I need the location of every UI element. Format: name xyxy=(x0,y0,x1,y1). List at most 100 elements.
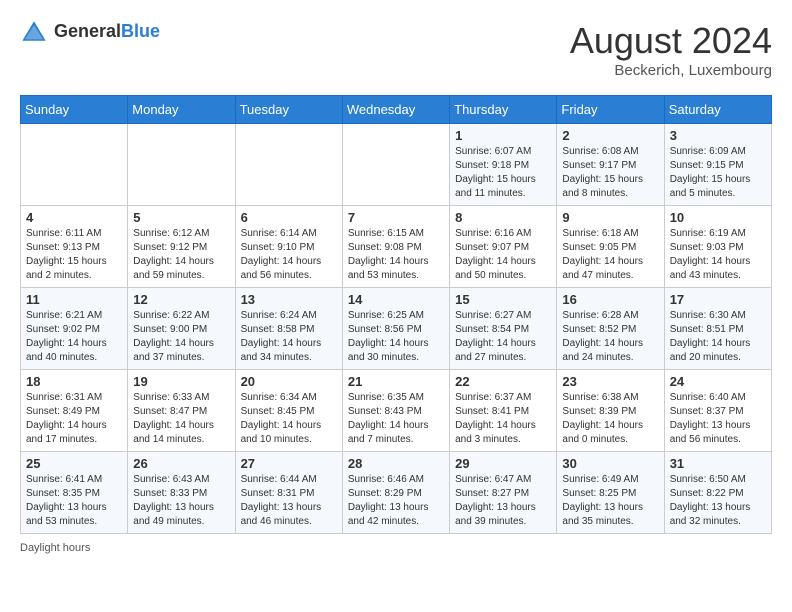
calendar-cell: 5 Sunrise: 6:12 AM Sunset: 9:12 PM Daylig… xyxy=(128,206,235,288)
calendar-cell xyxy=(128,124,235,206)
calendar-cell: 13 Sunrise: 6:24 AM Sunset: 8:58 PM Dayli… xyxy=(235,288,342,370)
calendar-cell: 7Sunrise: 6:15 AM Sunset: 9:08 PM Daylig… xyxy=(342,206,449,288)
day-number: 6 xyxy=(241,210,337,225)
page-header: GeneralBlue August 2024 Beckerich, Luxem… xyxy=(20,20,772,79)
day-number: 13 xyxy=(241,292,337,307)
calendar-cell: 16 Sunrise: 6:28 AM Sunset: 8:52 PM Dayli… xyxy=(557,288,664,370)
calendar-cell: 26 Sunrise: 6:43 AM Sunset: 8:33 PM Dayli… xyxy=(128,452,235,534)
day-of-week-header: Monday xyxy=(128,96,235,124)
day-of-week-header: Saturday xyxy=(664,96,771,124)
day-info: Sunrise: 6:44 AM Sunset: 8:31 PM Dayligh… xyxy=(241,473,337,529)
day-info: Sunrise: 6:38 AM Sunset: 8:39 PM Dayligh… xyxy=(562,391,658,447)
day-number: 16 xyxy=(562,292,658,307)
calendar-cell: 6 Sunrise: 6:14 AM Sunset: 9:10 PM Daylig… xyxy=(235,206,342,288)
day-of-week-header: Wednesday xyxy=(342,96,449,124)
day-info: Sunrise: 6:12 AM Sunset: 9:12 PM Dayligh… xyxy=(133,227,229,283)
day-number: 20 xyxy=(241,374,337,389)
location: Beckerich, Luxembourg xyxy=(570,62,772,79)
calendar-cell: 24Sunrise: 6:40 AM Sunset: 8:37 PM Dayli… xyxy=(664,370,771,452)
day-number: 26 xyxy=(133,456,229,471)
logo-icon xyxy=(20,20,48,42)
day-info: Sunrise: 6:37 AM Sunset: 8:41 PM Dayligh… xyxy=(455,391,551,447)
calendar-cell: 28Sunrise: 6:46 AM Sunset: 8:29 PM Dayli… xyxy=(342,452,449,534)
calendar-cell: 21 Sunrise: 6:35 AM Sunset: 8:43 PM Dayli… xyxy=(342,370,449,452)
month-year: August 2024 xyxy=(570,20,772,62)
footer-note: Daylight hours xyxy=(20,542,772,554)
calendar-cell: 8 Sunrise: 6:16 AM Sunset: 9:07 PM Daylig… xyxy=(450,206,557,288)
calendar-cell: 27 Sunrise: 6:44 AM Sunset: 8:31 PM Dayli… xyxy=(235,452,342,534)
day-info: Sunrise: 6:34 AM Sunset: 8:45 PM Dayligh… xyxy=(241,391,337,447)
day-number: 31 xyxy=(670,456,766,471)
calendar-cell: 20 Sunrise: 6:34 AM Sunset: 8:45 PM Dayli… xyxy=(235,370,342,452)
calendar-cell: 15Sunrise: 6:27 AM Sunset: 8:54 PM Dayli… xyxy=(450,288,557,370)
day-info: Sunrise: 6:16 AM Sunset: 9:07 PM Dayligh… xyxy=(455,227,551,283)
calendar-week-row: 25 Sunrise: 6:41 AM Sunset: 8:35 PM Dayli… xyxy=(21,452,772,534)
day-info: Sunrise: 6:43 AM Sunset: 8:33 PM Dayligh… xyxy=(133,473,229,529)
day-number: 3 xyxy=(670,128,766,143)
day-info: Sunrise: 6:19 AM Sunset: 9:03 PM Dayligh… xyxy=(670,227,766,283)
day-number: 10 xyxy=(670,210,766,225)
day-info: Sunrise: 6:30 AM Sunset: 8:51 PM Dayligh… xyxy=(670,309,766,365)
day-info: Sunrise: 6:15 AM Sunset: 9:08 PM Dayligh… xyxy=(348,227,444,283)
day-info: Sunrise: 6:11 AM Sunset: 9:13 PM Dayligh… xyxy=(26,227,122,283)
calendar-week-row: 1 Sunrise: 6:07 AM Sunset: 9:18 PM Daylig… xyxy=(21,124,772,206)
title-section: August 2024 Beckerich, Luxembourg xyxy=(570,20,772,79)
day-number: 24 xyxy=(670,374,766,389)
day-number: 22 xyxy=(455,374,551,389)
calendar-cell: 18 Sunrise: 6:31 AM Sunset: 8:49 PM Dayli… xyxy=(21,370,128,452)
day-number: 5 xyxy=(133,210,229,225)
day-number: 19 xyxy=(133,374,229,389)
calendar-week-row: 18 Sunrise: 6:31 AM Sunset: 8:49 PM Dayli… xyxy=(21,370,772,452)
day-of-week-header: Thursday xyxy=(450,96,557,124)
day-number: 21 xyxy=(348,374,444,389)
calendar-table: SundayMondayTuesdayWednesdayThursdayFrid… xyxy=(20,95,772,534)
calendar-cell: 31Sunrise: 6:50 AM Sunset: 8:22 PM Dayli… xyxy=(664,452,771,534)
day-info: Sunrise: 6:31 AM Sunset: 8:49 PM Dayligh… xyxy=(26,391,122,447)
day-number: 18 xyxy=(26,374,122,389)
day-info: Sunrise: 6:24 AM Sunset: 8:58 PM Dayligh… xyxy=(241,309,337,365)
calendar-body: 1 Sunrise: 6:07 AM Sunset: 9:18 PM Daylig… xyxy=(21,124,772,534)
calendar-cell: 1 Sunrise: 6:07 AM Sunset: 9:18 PM Daylig… xyxy=(450,124,557,206)
day-info: Sunrise: 6:21 AM Sunset: 9:02 PM Dayligh… xyxy=(26,309,122,365)
day-info: Sunrise: 6:28 AM Sunset: 8:52 PM Dayligh… xyxy=(562,309,658,365)
calendar-cell: 11Sunrise: 6:21 AM Sunset: 9:02 PM Dayli… xyxy=(21,288,128,370)
calendar-cell: 25 Sunrise: 6:41 AM Sunset: 8:35 PM Dayli… xyxy=(21,452,128,534)
day-info: Sunrise: 6:41 AM Sunset: 8:35 PM Dayligh… xyxy=(26,473,122,529)
calendar-cell: 30Sunrise: 6:49 AM Sunset: 8:25 PM Dayli… xyxy=(557,452,664,534)
day-number: 23 xyxy=(562,374,658,389)
day-info: Sunrise: 6:07 AM Sunset: 9:18 PM Dayligh… xyxy=(455,145,551,201)
day-of-week-header: Tuesday xyxy=(235,96,342,124)
day-info: Sunrise: 6:47 AM Sunset: 8:27 PM Dayligh… xyxy=(455,473,551,529)
calendar-header-row: SundayMondayTuesdayWednesdayThursdayFrid… xyxy=(21,96,772,124)
calendar-cell xyxy=(342,124,449,206)
day-number: 8 xyxy=(455,210,551,225)
day-info: Sunrise: 6:46 AM Sunset: 8:29 PM Dayligh… xyxy=(348,473,444,529)
calendar-cell: 3Sunrise: 6:09 AM Sunset: 9:15 PM Daylig… xyxy=(664,124,771,206)
day-number: 2 xyxy=(562,128,658,143)
day-info: Sunrise: 6:14 AM Sunset: 9:10 PM Dayligh… xyxy=(241,227,337,283)
logo-general: General xyxy=(54,21,121,41)
day-number: 27 xyxy=(241,456,337,471)
logo-blue: Blue xyxy=(121,21,160,41)
calendar-cell: 12Sunrise: 6:22 AM Sunset: 9:00 PM Dayli… xyxy=(128,288,235,370)
day-of-week-header: Friday xyxy=(557,96,664,124)
day-info: Sunrise: 6:18 AM Sunset: 9:05 PM Dayligh… xyxy=(562,227,658,283)
day-number: 29 xyxy=(455,456,551,471)
calendar-cell: 29 Sunrise: 6:47 AM Sunset: 8:27 PM Dayli… xyxy=(450,452,557,534)
day-info: Sunrise: 6:08 AM Sunset: 9:17 PM Dayligh… xyxy=(562,145,658,201)
calendar-cell: 17 Sunrise: 6:30 AM Sunset: 8:51 PM Dayli… xyxy=(664,288,771,370)
calendar-week-row: 4 Sunrise: 6:11 AM Sunset: 9:13 PM Daylig… xyxy=(21,206,772,288)
calendar-cell: 14 Sunrise: 6:25 AM Sunset: 8:56 PM Dayli… xyxy=(342,288,449,370)
day-info: Sunrise: 6:25 AM Sunset: 8:56 PM Dayligh… xyxy=(348,309,444,365)
logo: GeneralBlue xyxy=(20,20,160,42)
calendar-cell: 23 Sunrise: 6:38 AM Sunset: 8:39 PM Dayli… xyxy=(557,370,664,452)
day-number: 4 xyxy=(26,210,122,225)
calendar-cell: 2 Sunrise: 6:08 AM Sunset: 9:17 PM Daylig… xyxy=(557,124,664,206)
day-number: 1 xyxy=(455,128,551,143)
day-info: Sunrise: 6:35 AM Sunset: 8:43 PM Dayligh… xyxy=(348,391,444,447)
calendar-cell: 10 Sunrise: 6:19 AM Sunset: 9:03 PM Dayli… xyxy=(664,206,771,288)
day-number: 25 xyxy=(26,456,122,471)
calendar-cell: 22 Sunrise: 6:37 AM Sunset: 8:41 PM Dayli… xyxy=(450,370,557,452)
day-number: 14 xyxy=(348,292,444,307)
day-number: 17 xyxy=(670,292,766,307)
